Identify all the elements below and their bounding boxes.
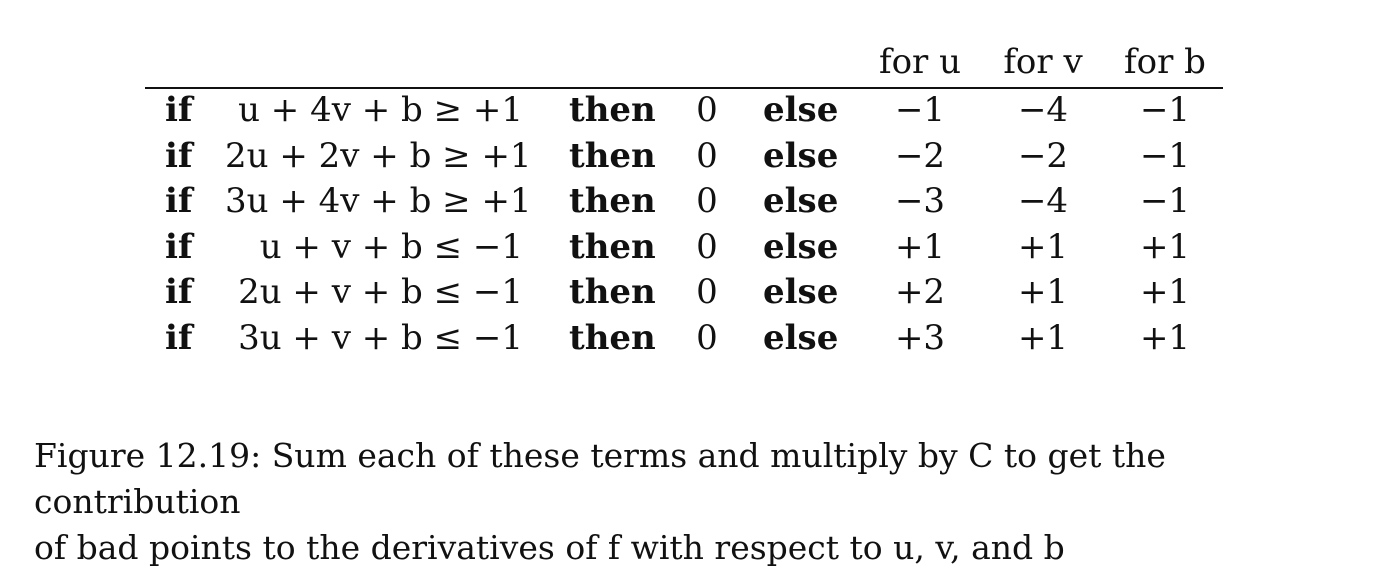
then-value: 0 [696,135,718,176]
if-keyword: if [165,226,193,267]
else-keyword: else [763,226,839,267]
value-for-v: −4 [1017,90,1069,130]
then-keyword: then [569,272,656,312]
then-value: 0 [696,317,718,358]
value-for-b: −1 [1139,181,1191,221]
then-value: 0 [696,181,718,221]
value-for-b: +1 [1139,317,1191,358]
table-row: if 3u + 4v + b ≥ +1 then 0 else −3 −4 −1 [145,179,1223,225]
then-keyword: then [569,181,656,221]
value-for-u: −1 [894,90,946,130]
condition-expression: u + 4v + b ≥ +1 [238,90,523,130]
if-keyword: if [165,135,193,176]
table-row: if u + 4v + b ≥ +1 then 0 else −1 −4 −1 [145,88,1223,134]
condition-expression: 2u + v + b ≤ −1 [238,272,523,312]
table-row: if 2u + v + b ≤ −1 then 0 else +2 +1 +1 [145,270,1223,316]
if-keyword: if [165,90,193,130]
value-for-b: −1 [1139,90,1191,130]
figure-caption: Figure 12.19: Sum each of these terms an… [34,433,1364,571]
condition-expression: u + v + b ≤ −1 [259,226,523,267]
figure-table: for u for v for b if u + 4v + b ≥ +1 the… [145,38,1223,361]
if-keyword: if [165,317,193,358]
else-keyword: else [763,135,839,176]
header-for-b: for b [1124,42,1206,82]
else-keyword: else [763,181,839,221]
value-for-v: +1 [1017,317,1069,358]
if-keyword: if [165,272,193,312]
else-keyword: else [763,317,839,358]
else-keyword: else [763,90,839,130]
header-for-v: for v [1003,42,1083,82]
value-for-b: −1 [1139,135,1191,176]
caption-line-2: of bad points to the derivatives of f wi… [34,528,1065,567]
then-value: 0 [696,272,718,312]
value-for-u: +2 [894,272,946,312]
caption-line-1: Figure 12.19: Sum each of these terms an… [34,436,1166,521]
then-keyword: then [569,317,656,358]
value-for-u: +3 [894,317,946,358]
table-body: if u + 4v + b ≥ +1 then 0 else −1 −4 −1 … [145,88,1223,361]
condition-expression: 3u + v + b ≤ −1 [238,317,523,358]
value-for-v: −4 [1017,181,1069,221]
value-for-u: −3 [894,181,946,221]
value-for-v: +1 [1017,226,1069,267]
value-for-u: +1 [894,226,946,267]
then-value: 0 [696,226,718,267]
value-for-u: −2 [894,135,946,176]
table-row: if 3u + v + b ≤ −1 then 0 else +3 +1 +1 [145,316,1223,362]
condition-expression: 3u + 4v + b ≥ +1 [225,181,532,221]
header-for-u: for u [878,42,961,82]
then-value: 0 [696,90,718,130]
value-for-v: +1 [1017,272,1069,312]
then-keyword: then [569,90,656,130]
then-keyword: then [569,135,656,176]
else-keyword: else [763,272,839,312]
table-row: if u + v + b ≤ −1 then 0 else +1 +1 +1 [145,225,1223,271]
table-row: if 2u + 2v + b ≥ +1 then 0 else −2 −2 −1 [145,134,1223,180]
value-for-b: +1 [1139,272,1191,312]
value-for-v: −2 [1017,135,1069,176]
condition-expression: 2u + 2v + b ≥ +1 [225,135,532,176]
then-keyword: then [569,226,656,267]
table-header-row: for u for v for b [145,38,1223,89]
value-for-b: +1 [1139,226,1191,267]
if-keyword: if [165,181,193,221]
